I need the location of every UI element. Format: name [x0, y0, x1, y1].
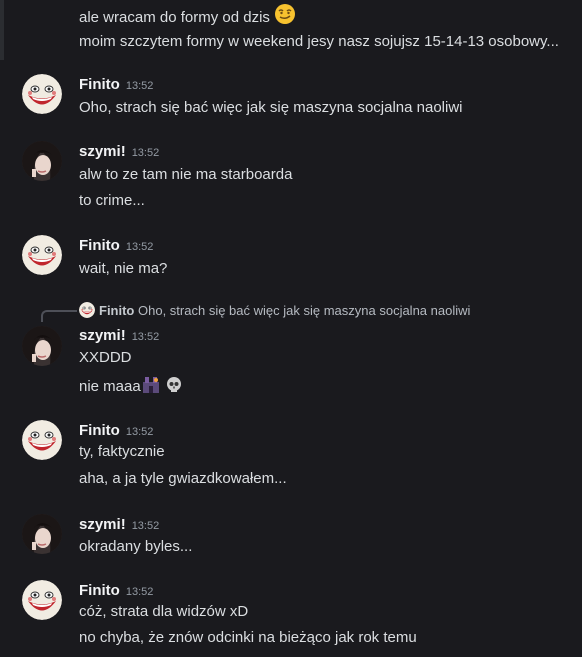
timestamp: 13:52: [125, 241, 154, 253]
message-group: szymi! 13:52 alw to ze tam nie ma starboa…: [0, 141, 582, 216]
avatar[interactable]: [22, 580, 62, 620]
message-group: Finito 13:52 Oho, strach się bać więc jak…: [0, 74, 582, 124]
message-text: aha, a ja tyle gwiazdkowałem...: [79, 470, 287, 487]
avatar: [79, 302, 95, 318]
message-group: Finito Oho, strach się bać więc jak się …: [0, 300, 582, 400]
message-text: nie maaa: [79, 378, 141, 395]
message-group: ale wracam do formy od dzis moim szczyte…: [0, 0, 582, 60]
avatar[interactable]: [22, 141, 62, 181]
reply-spine: [41, 310, 77, 322]
reply-author: Finito: [99, 303, 135, 318]
avatar[interactable]: [22, 514, 62, 554]
avatar[interactable]: [22, 74, 62, 114]
message-text: no chyba, że znów odcinki na bieżąco jak…: [79, 629, 417, 646]
skull-emoji-icon: [165, 376, 183, 400]
reply-preview[interactable]: Finito Oho, strach się bać więc jak się …: [79, 302, 470, 320]
timestamp: 13:52: [131, 520, 160, 532]
author-name[interactable]: Finito: [79, 237, 120, 254]
message-text: okradany byles...: [79, 538, 193, 555]
author-name[interactable]: szymi!: [79, 143, 126, 160]
smirk-emoji-icon: [274, 3, 296, 31]
timestamp: 13:52: [131, 331, 160, 343]
author-name[interactable]: Finito: [79, 76, 120, 93]
message-group: Finito 13:52 ty, faktycznie aha, a ja tyl…: [0, 420, 582, 495]
message-text: moim szczytem formy w weekend jesy nasz …: [79, 33, 559, 50]
message-text: wait, nie ma?: [79, 260, 168, 277]
message-text: cóż, strata dla widzów xD: [79, 603, 249, 620]
message-text: Oho, strach się bać więc jak się maszyna…: [79, 99, 463, 116]
message-group: szymi! 13:52 okradany byles...: [0, 514, 582, 564]
message-text: to crime...: [79, 192, 145, 209]
avatar[interactable]: [22, 235, 62, 275]
avatar[interactable]: [22, 326, 62, 366]
author-name[interactable]: Finito: [79, 422, 120, 439]
author-name[interactable]: Finito: [79, 582, 120, 599]
timestamp: 13:52: [131, 147, 160, 159]
author-name[interactable]: szymi!: [79, 327, 126, 344]
message-text: ale wracam do formy od dzis: [79, 9, 270, 26]
message-group: Finito 13:52 cóż, strata dla widzów xD no…: [0, 580, 582, 655]
message-text: alw to ze tam nie ma starboarda: [79, 166, 293, 183]
message-text: XXDDD: [79, 349, 132, 366]
reply-text: Oho, strach się bać więc jak się maszyna…: [138, 303, 471, 318]
message-group: Finito 13:52 wait, nie ma?: [0, 235, 582, 285]
timestamp: 13:52: [125, 426, 154, 438]
avatar[interactable]: [22, 420, 62, 460]
timestamp: 13:52: [125, 586, 154, 598]
castle-emoji-icon: [141, 374, 161, 400]
timestamp: 13:52: [125, 80, 154, 92]
author-name[interactable]: szymi!: [79, 516, 126, 533]
message-text: ty, faktycznie: [79, 443, 165, 460]
